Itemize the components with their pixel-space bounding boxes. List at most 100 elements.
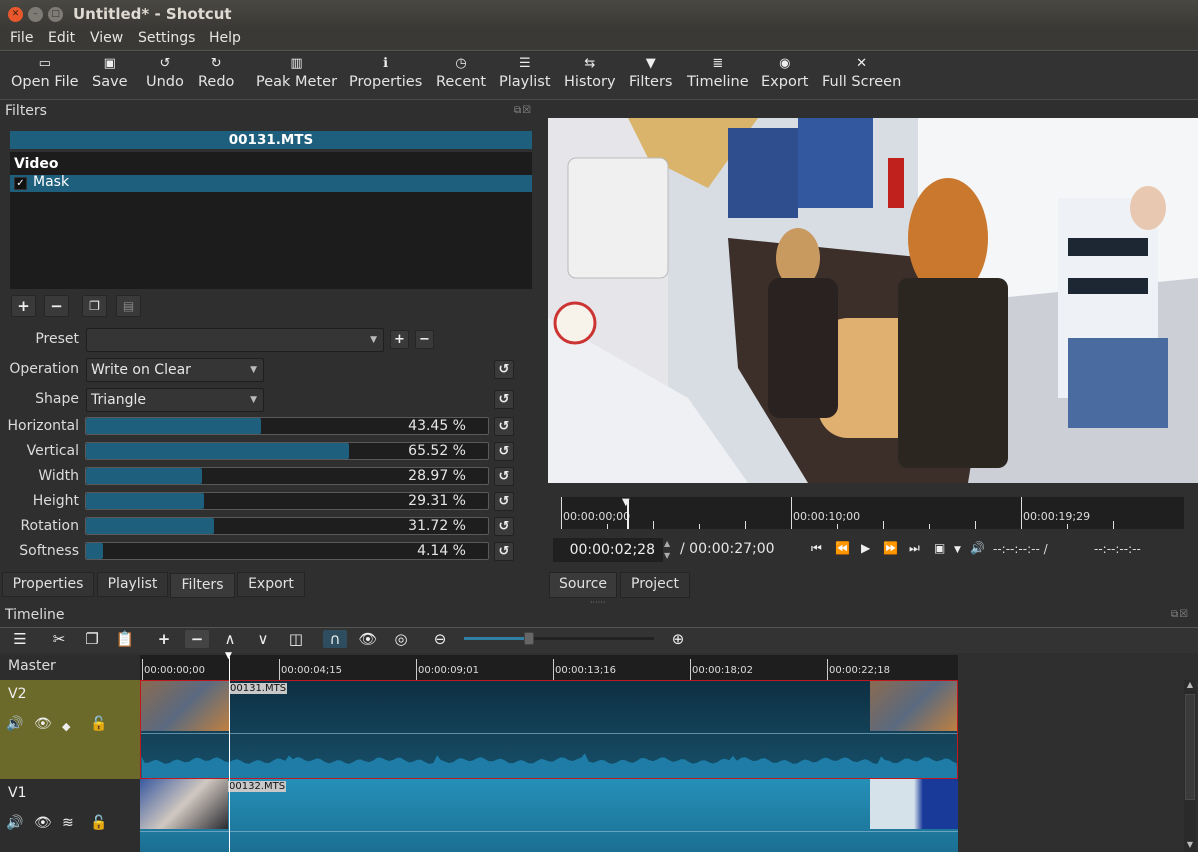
reset-height-button[interactable]: ↺ bbox=[494, 492, 514, 511]
layers-icon[interactable]: ≋ bbox=[62, 815, 74, 831]
ripple-toggle[interactable]: ◎ bbox=[389, 630, 413, 648]
reset-width-button[interactable]: ↺ bbox=[494, 467, 514, 486]
open-file-button[interactable]: ▭ Open File bbox=[11, 54, 79, 90]
export-button[interactable]: ◉ Export bbox=[761, 54, 808, 90]
menu-settings[interactable]: Settings bbox=[138, 30, 195, 46]
filter-enabled-checkbox[interactable]: ✓ bbox=[14, 177, 27, 190]
master-track-header[interactable]: Master bbox=[0, 655, 140, 680]
copy-button[interactable]: ❐ bbox=[80, 630, 104, 648]
scrollbar-thumb[interactable] bbox=[1185, 694, 1195, 800]
param-slider-rotation[interactable]: 31.72 % bbox=[85, 517, 489, 535]
param-slider-width[interactable]: 28.97 % bbox=[85, 467, 489, 485]
timeline-button[interactable]: ≣ Timeline bbox=[687, 54, 749, 90]
delete-preset-button[interactable]: − bbox=[415, 330, 434, 349]
composite-toggle[interactable]: ◆ bbox=[62, 720, 70, 733]
timeline-ruler[interactable]: 00:00:00;00 00:00:04;15 00:00:09;01 00:00:1… bbox=[140, 655, 958, 680]
tab-playlist[interactable]: Playlist bbox=[97, 572, 168, 597]
zoom-out-button[interactable]: ⊖ bbox=[428, 630, 452, 648]
timeline-dock-buttons[interactable]: ⧉☒ bbox=[1171, 609, 1189, 620]
timeline-vertical-scrollbar[interactable]: ▲ ▼ bbox=[1184, 680, 1196, 852]
menu-view[interactable]: View bbox=[90, 30, 123, 46]
tab-export[interactable]: Export bbox=[237, 572, 305, 597]
append-button[interactable]: + bbox=[152, 630, 176, 648]
snap-toggle[interactable]: ∩ bbox=[323, 630, 347, 648]
operation-combo[interactable]: Write on Clear ▼ bbox=[86, 358, 264, 382]
cut-button[interactable]: ✂ bbox=[47, 630, 71, 648]
timeline-playhead[interactable] bbox=[229, 657, 230, 852]
zoom-in-button[interactable]: ⊕ bbox=[666, 630, 690, 648]
param-slider-vertical[interactable]: 65.52 % bbox=[85, 442, 489, 460]
zoom-fit-button[interactable]: ▣ bbox=[934, 541, 945, 555]
reset-vertical-button[interactable]: ↺ bbox=[494, 442, 514, 461]
filter-list[interactable]: Video ✓ Mask bbox=[10, 152, 532, 289]
menu-file[interactable]: File bbox=[10, 30, 33, 46]
redo-button[interactable]: ↻ Redo bbox=[198, 54, 234, 90]
timeline-menu-button[interactable]: ☰ bbox=[8, 630, 32, 648]
lift-button[interactable]: ∧ bbox=[218, 630, 242, 648]
scroll-up-icon[interactable]: ▲ bbox=[1184, 680, 1196, 692]
scroll-down-icon[interactable]: ▼ bbox=[1184, 840, 1196, 852]
recent-button[interactable]: ◷ Recent bbox=[436, 54, 486, 90]
tab-project[interactable]: Project bbox=[620, 572, 690, 598]
player-scrubber[interactable]: 00:00:00;00 00:00:10;00 00:00:19;29 ▼ bbox=[561, 497, 1184, 529]
track-header-v2[interactable]: V2 🔊 👁 ◆ 🔓 bbox=[0, 680, 140, 779]
save-preset-button[interactable]: + bbox=[390, 330, 409, 349]
rewind-button[interactable]: ⏪ bbox=[835, 541, 850, 555]
param-slider-softness[interactable]: 4.14 % bbox=[85, 542, 489, 560]
scrub-toggle[interactable]: 👁 bbox=[356, 630, 380, 648]
overwrite-button[interactable]: ∨ bbox=[251, 630, 275, 648]
shape-combo[interactable]: Triangle ▼ bbox=[86, 388, 264, 412]
filters-dock-buttons[interactable]: ⧉☒ bbox=[514, 105, 532, 116]
split-button[interactable]: ◫ bbox=[284, 630, 308, 648]
minimize-window-button[interactable]: – bbox=[28, 7, 43, 22]
timeline-clip-00131[interactable]: 00131.MTS bbox=[140, 680, 958, 779]
tab-source[interactable]: Source bbox=[549, 572, 617, 598]
reset-rotation-button[interactable]: ↺ bbox=[494, 517, 514, 536]
history-button[interactable]: ⇆ History bbox=[564, 54, 616, 90]
maximize-window-button[interactable]: □ bbox=[48, 7, 63, 22]
volume-icon[interactable]: 🔊 bbox=[970, 541, 985, 555]
hide-toggle[interactable]: 👁 bbox=[34, 815, 52, 831]
undo-button[interactable]: ↺ Undo bbox=[146, 54, 184, 90]
timecode-spinner[interactable]: ▲ ▼ bbox=[664, 538, 670, 562]
skip-to-end-button[interactable]: ⏭ bbox=[909, 541, 920, 556]
param-slider-horizontal[interactable]: 43.45 % bbox=[85, 417, 489, 435]
filter-item-mask[interactable]: ✓ Mask bbox=[10, 174, 532, 192]
param-slider-height[interactable]: 29.31 % bbox=[85, 492, 489, 510]
zoom-slider-handle[interactable] bbox=[524, 632, 534, 645]
full-screen-button[interactable]: ✕ Full Screen bbox=[822, 54, 901, 90]
tab-filters[interactable]: Filters bbox=[170, 573, 235, 598]
menu-edit[interactable]: Edit bbox=[48, 30, 75, 46]
zoom-dropdown-icon[interactable]: ▼ bbox=[954, 545, 961, 555]
close-window-button[interactable]: ✕ bbox=[8, 7, 23, 22]
save-button[interactable]: ▣ Save bbox=[92, 54, 128, 90]
operation-reset-button[interactable]: ↺ bbox=[494, 360, 514, 379]
copy-filters-button[interactable]: ❐ bbox=[82, 295, 107, 317]
paste-button[interactable]: 📋 bbox=[113, 630, 137, 648]
paste-filters-button[interactable]: ▤ bbox=[116, 295, 141, 317]
current-timecode-field[interactable]: 00:00:02;28 bbox=[553, 538, 663, 562]
hide-toggle[interactable]: 👁 bbox=[34, 716, 52, 732]
mute-toggle[interactable]: 🔊 bbox=[6, 815, 23, 831]
playlist-button[interactable]: ☰ Playlist bbox=[499, 54, 551, 90]
preset-combo[interactable]: ▼ bbox=[86, 328, 384, 352]
properties-button[interactable]: ℹ Properties bbox=[349, 54, 422, 90]
peak-meter-button[interactable]: ▥ Peak Meter bbox=[256, 54, 337, 90]
reset-horizontal-button[interactable]: ↺ bbox=[494, 417, 514, 436]
filters-button[interactable]: ▼ Filters bbox=[629, 54, 672, 90]
fast-forward-button[interactable]: ⏩ bbox=[883, 541, 898, 555]
reset-softness-button[interactable]: ↺ bbox=[494, 542, 514, 561]
lock-toggle[interactable]: 🔓 bbox=[90, 716, 107, 732]
add-filter-button[interactable]: + bbox=[11, 295, 36, 317]
splitter-handle[interactable]: ······ bbox=[590, 598, 605, 607]
shape-reset-button[interactable]: ↺ bbox=[494, 390, 514, 409]
remove-filter-button[interactable]: − bbox=[44, 295, 69, 317]
skip-to-start-button[interactable]: ⏮ bbox=[811, 541, 822, 556]
mute-toggle[interactable]: 🔊 bbox=[6, 716, 23, 732]
track-header-v1[interactable]: V1 🔊 👁 ≋ 🔓 bbox=[0, 779, 140, 852]
timeline-clip-00132[interactable]: 00132.MTS bbox=[140, 779, 958, 852]
remove-button[interactable]: − bbox=[185, 630, 209, 648]
tab-properties[interactable]: Properties bbox=[2, 572, 94, 597]
lock-toggle[interactable]: 🔓 bbox=[90, 815, 107, 831]
menu-help[interactable]: Help bbox=[209, 30, 241, 46]
